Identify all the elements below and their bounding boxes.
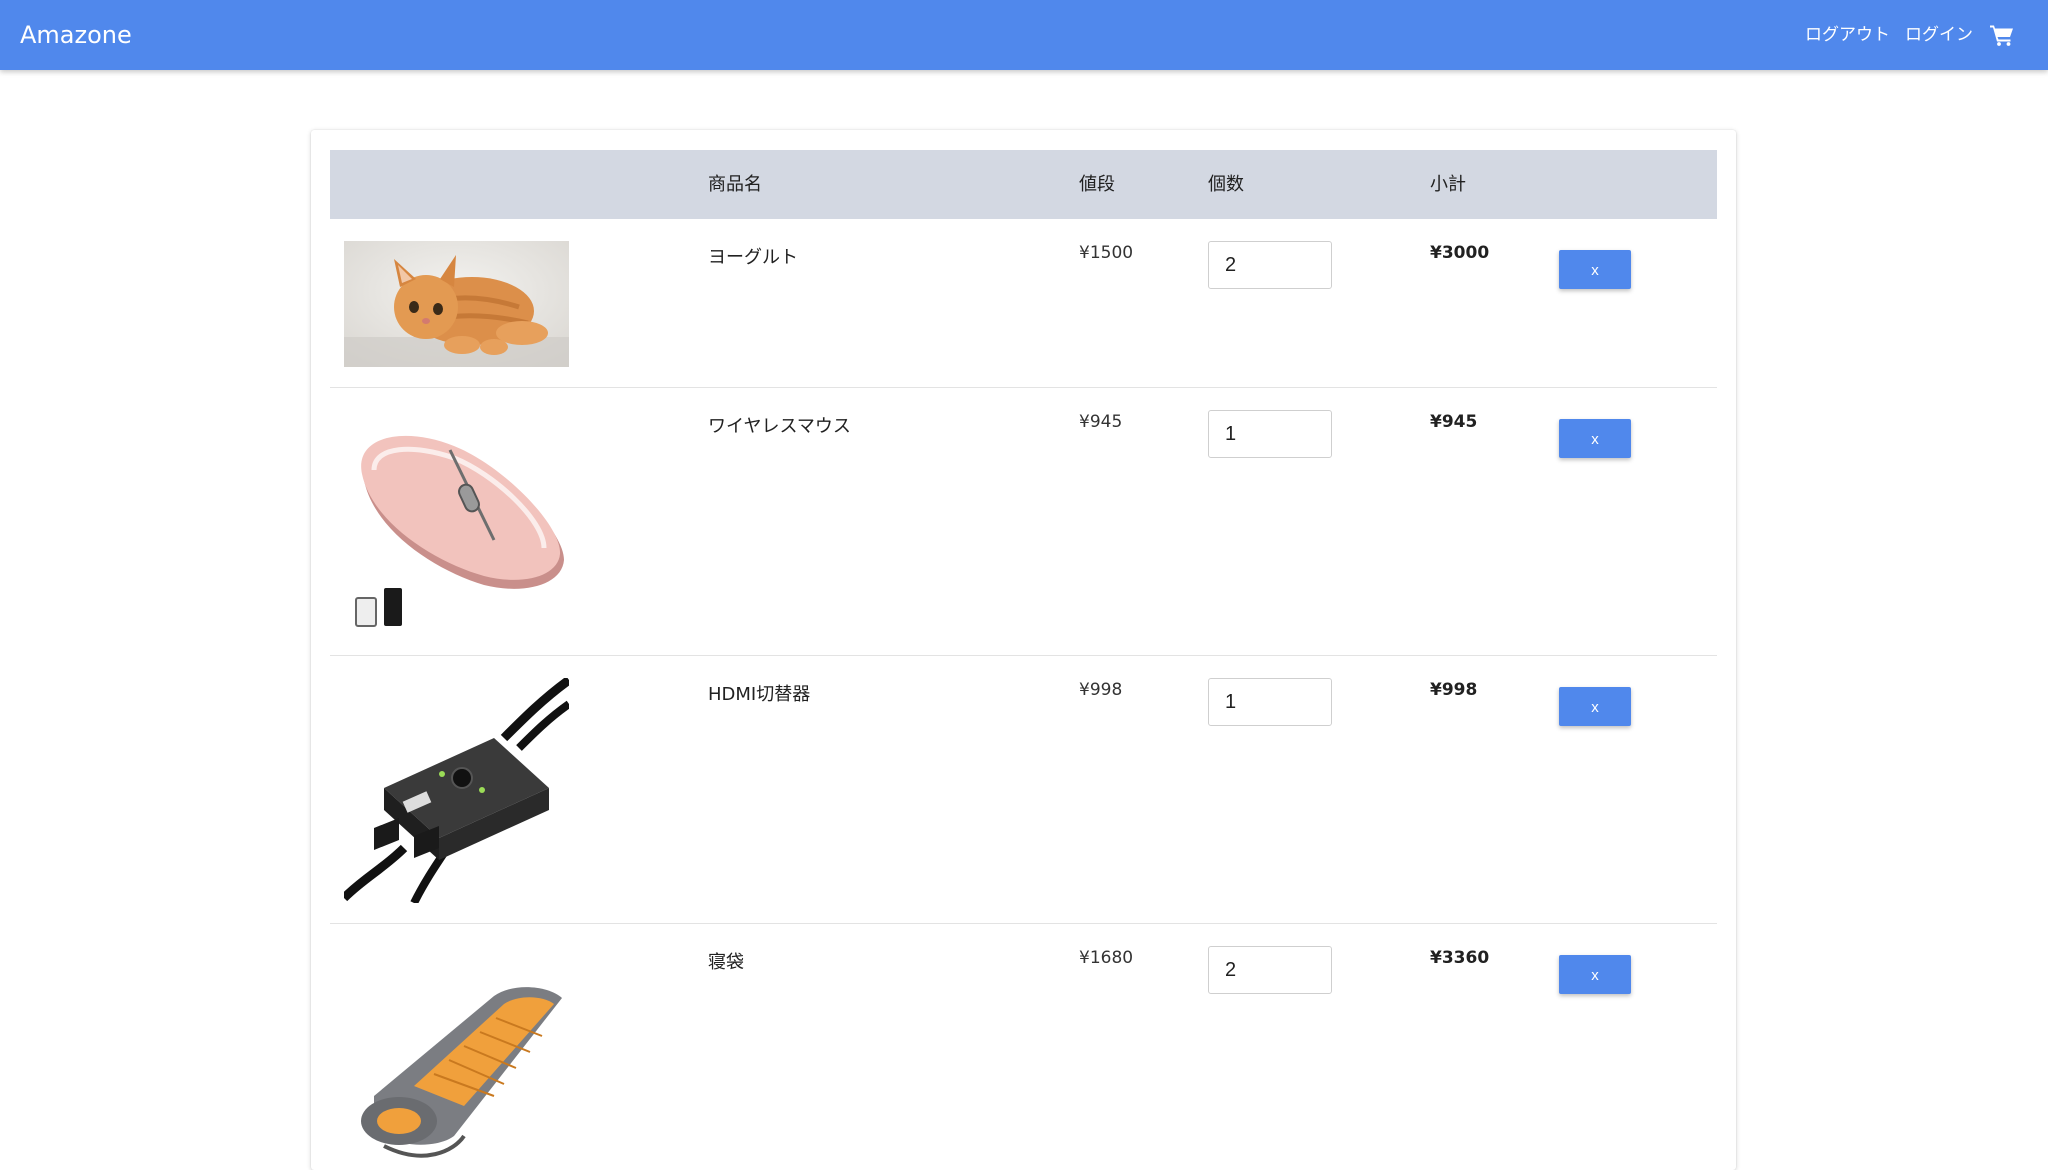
remove-item-button[interactable]: x	[1559, 955, 1631, 994]
product-name: HDMI切替器	[708, 684, 811, 705]
shopping-cart-icon[interactable]	[1990, 24, 2014, 46]
top-navbar: Amazone ログアウト ログイン	[0, 0, 2048, 70]
login-link[interactable]: ログイン	[1905, 0, 1973, 70]
product-price: ¥1680	[1079, 948, 1134, 968]
product-image	[344, 946, 569, 1170]
brand-logo[interactable]: Amazone	[20, 0, 132, 70]
cart-table-header: 商品名 値段 個数 小計	[330, 150, 1717, 219]
product-image	[344, 410, 569, 635]
remove-item-button[interactable]: x	[1559, 250, 1631, 289]
product-name: 寝袋	[708, 952, 744, 973]
product-price: ¥945	[1079, 412, 1123, 432]
cart-item-row: ヨーグルト ¥1500 ¥3000 x	[330, 219, 1717, 388]
cart-card: 商品名 値段 個数 小計 ヨーグルト ¥1500 2 ¥3000 x ワイヤレス…	[311, 130, 1736, 1170]
product-image	[344, 678, 569, 903]
logout-link[interactable]: ログアウト	[1805, 0, 1890, 70]
quantity-input[interactable]	[1208, 678, 1332, 726]
column-header-name: 商品名	[708, 174, 762, 195]
product-name: ワイヤレスマウス	[708, 416, 851, 437]
cart-item-row: 寝袋 ¥1680 ¥3360 x	[330, 924, 1717, 1170]
column-header-subtotal: 小計	[1430, 174, 1466, 195]
remove-item-button[interactable]: x	[1559, 687, 1631, 726]
column-header-price: 値段	[1079, 174, 1115, 195]
cart-item-row: ワイヤレスマウス ¥945 ¥945 x	[330, 388, 1717, 656]
product-image	[344, 241, 569, 367]
product-subtotal: ¥998	[1430, 680, 1478, 700]
remove-item-button[interactable]: x	[1559, 419, 1631, 458]
product-subtotal: ¥3360	[1430, 948, 1490, 968]
column-header-quantity: 個数	[1208, 174, 1244, 195]
product-price: ¥1500	[1079, 243, 1134, 263]
quantity-input[interactable]	[1208, 946, 1332, 994]
product-subtotal: ¥3000	[1430, 243, 1490, 263]
quantity-input[interactable]	[1208, 410, 1332, 458]
cart-item-row: HDMI切替器 ¥998 ¥998 x	[330, 656, 1717, 924]
quantity-input[interactable]	[1208, 241, 1332, 289]
product-name: ヨーグルト	[708, 247, 798, 268]
product-price: ¥998	[1079, 680, 1123, 700]
product-subtotal: ¥945	[1430, 412, 1478, 432]
